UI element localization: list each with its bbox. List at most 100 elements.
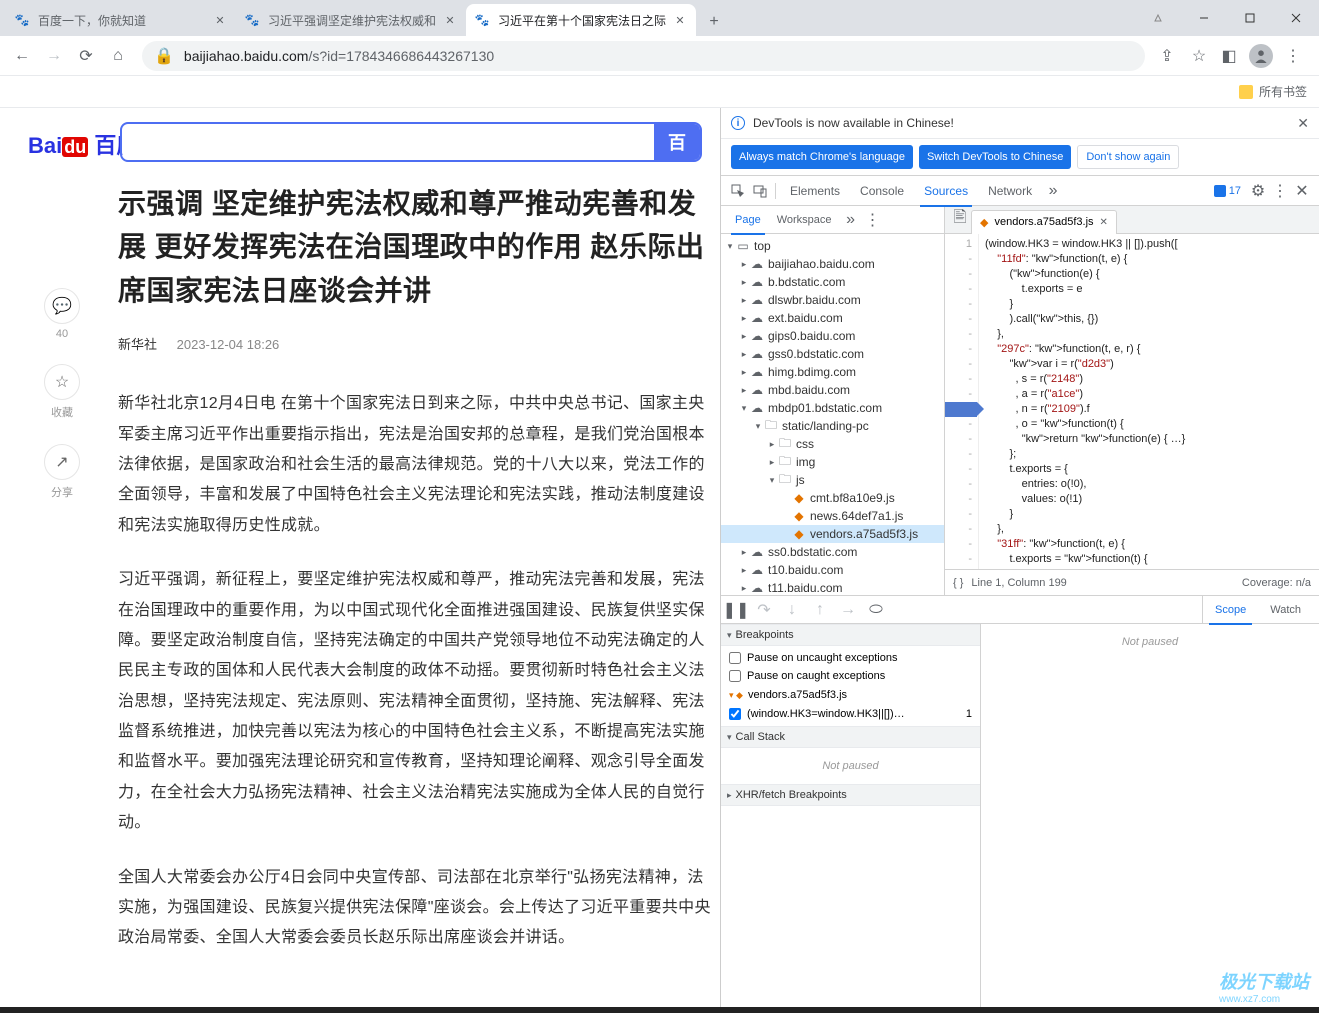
devtools-close-icon[interactable]: ✕ — [1291, 180, 1313, 202]
code-editor[interactable]: 1--------------------------------- (wind… — [945, 234, 1319, 569]
devtools-tabs: Elements Console Sources Network » 17 ⚙ … — [721, 176, 1319, 206]
close-icon[interactable]: ✕ — [1297, 115, 1309, 132]
tree-item[interactable]: ▸☁mbd.baidu.com — [721, 381, 944, 399]
tab-elements[interactable]: Elements — [780, 176, 850, 206]
side-panel-button[interactable]: ◧ — [1213, 40, 1245, 72]
article-wrapper: 示强调 坚定维护宪法权威和尊严推动宪善和发展 更好发挥宪法在治国理政中的作用 赵… — [0, 108, 720, 954]
xhr-breakpoints-header[interactable]: ▸XHR/fetch Breakpoints — [721, 784, 980, 806]
nav-tab-workspace[interactable]: Workspace — [769, 206, 840, 234]
nav-menu-icon[interactable]: ⋮ — [862, 209, 884, 231]
bookmarks-folder[interactable]: 所有书签 — [1239, 83, 1307, 100]
watch-tab[interactable]: Watch — [1258, 596, 1313, 624]
baidu-favicon-icon: 🐾 — [14, 12, 30, 28]
breakpoint-file[interactable]: ▾ ◆vendors.a75ad5f3.js — [729, 685, 972, 705]
scope-tab[interactable]: Scope — [1203, 596, 1258, 624]
comment-action[interactable]: 💬 40 — [42, 288, 82, 340]
breakpoints-header[interactable]: ▾Breakpoints — [721, 624, 980, 646]
search-input[interactable] — [122, 124, 654, 160]
always-match-button[interactable]: Always match Chrome's language — [731, 145, 913, 169]
devtools-menu-icon[interactable]: ⋮ — [1269, 180, 1291, 202]
tree-item[interactable]: ▸🗀img — [721, 453, 944, 471]
collect-action[interactable]: ☆ 收藏 — [42, 364, 82, 420]
menu-button[interactable]: ⋮ — [1277, 40, 1309, 72]
close-icon[interactable]: ✕ — [1100, 217, 1108, 228]
close-icon[interactable]: ✕ — [672, 12, 688, 28]
tree-item[interactable]: ◆cmt.bf8a10e9.js — [721, 489, 944, 507]
tree-item[interactable]: ▾☁mbdp01.bdstatic.com — [721, 399, 944, 417]
back-button[interactable]: ← — [6, 40, 38, 72]
step-over-button[interactable]: ↷ — [755, 601, 773, 619]
tree-item[interactable]: ▸☁b.bdstatic.com — [721, 273, 944, 291]
reload-button[interactable]: ⟳ — [70, 40, 102, 72]
tree-item[interactable]: ▸☁t10.baidu.com — [721, 561, 944, 579]
more-nav-icon[interactable]: » — [840, 209, 862, 231]
tab-console[interactable]: Console — [850, 176, 914, 206]
window-controls — [1135, 0, 1319, 36]
switch-chinese-button[interactable]: Switch DevTools to Chinese — [919, 145, 1071, 169]
browser-tab-0[interactable]: 🐾 百度一下，你就知道 ✕ — [6, 4, 236, 36]
tree-item[interactable]: ◆news.64def7a1.js — [721, 507, 944, 525]
browser-tab-1[interactable]: 🐾 习近平强调坚定维护宪法权威和 ✕ — [236, 4, 466, 36]
pause-uncaught-checkbox[interactable]: Pause on uncaught exceptions — [729, 649, 972, 667]
maximize-button[interactable] — [1227, 0, 1273, 36]
pretty-print-icon[interactable]: { } — [953, 577, 963, 589]
close-icon[interactable]: ✕ — [442, 12, 458, 28]
more-tabs-icon[interactable]: » — [1042, 180, 1064, 202]
article-paragraph: 全国人大常委会办公厅4日会同中央宣传部、司法部在北京举行"弘扬宪法精神，法实施，… — [118, 863, 712, 954]
tree-item[interactable]: ◆vendors.a75ad5f3.js — [721, 525, 944, 543]
browser-tab-2[interactable]: 🐾 习近平在第十个国家宪法日之际 ✕ — [466, 4, 696, 36]
tree-item[interactable]: ▸☁himg.bdimg.com — [721, 363, 944, 381]
sources-navigator: Page Workspace » ⋮ ▾▭top▸☁baijiahao.baid… — [721, 206, 945, 595]
forward-button[interactable]: → — [38, 40, 70, 72]
tree-item[interactable]: ▸☁ext.baidu.com — [721, 309, 944, 327]
deactivate-breakpoints-button[interactable]: ⬭ — [867, 601, 885, 619]
tab-sources[interactable]: Sources — [914, 176, 978, 206]
file-icon[interactable]: 🖹 — [949, 209, 971, 231]
step-into-button[interactable]: ↓ — [783, 601, 801, 619]
debug-toolbar: ❚❚ ↷ ↓ ↑ → ⬭ Scope Watch — [721, 596, 1319, 624]
callstack-header[interactable]: ▾Call Stack — [721, 726, 980, 748]
tree-item[interactable]: ▸☁ss0.bdstatic.com — [721, 543, 944, 561]
inspect-icon[interactable] — [727, 180, 749, 202]
bookmark-icon[interactable]: ☆ — [1185, 42, 1213, 70]
banner-message: DevTools is now available in Chinese! — [753, 116, 954, 130]
tree-item[interactable]: ▾🗀js — [721, 471, 944, 489]
share-icon[interactable]: ⇪ — [1153, 42, 1181, 70]
watermark: 极光下载站 www.xz7.com — [1219, 968, 1309, 1005]
step-out-button[interactable]: ↑ — [811, 601, 829, 619]
file-tree[interactable]: ▾▭top▸☁baijiahao.baidu.com▸☁b.bdstatic.c… — [721, 234, 944, 595]
article-actions: 💬 40 ☆ 收藏 ↗ 分享 — [40, 288, 84, 500]
address-bar[interactable]: 🔒 baijiahao.baidu.com/s?id=1784346686443… — [142, 41, 1145, 71]
tab-network[interactable]: Network — [978, 176, 1042, 206]
close-window-button[interactable] — [1273, 0, 1319, 36]
settings-icon[interactable]: ⚙ — [1247, 180, 1269, 202]
scope-not-paused: Not paused — [981, 624, 1319, 660]
pause-caught-checkbox[interactable]: Pause on caught exceptions — [729, 667, 972, 685]
bp-filename: vendors.a75ad5f3.js — [748, 689, 847, 701]
tree-item[interactable]: ▸☁dlswbr.baidu.com — [721, 291, 944, 309]
bookmarks-label: 所有书签 — [1259, 83, 1307, 100]
close-icon[interactable]: ✕ — [212, 12, 228, 28]
tree-item[interactable]: ▸🗀css — [721, 435, 944, 453]
breakpoint-item[interactable]: (window.HK3=window.HK3||[])…1 — [729, 705, 972, 723]
device-icon[interactable] — [749, 180, 771, 202]
comment-count: 40 — [56, 328, 68, 340]
pause-button[interactable]: ❚❚ — [727, 601, 745, 619]
tree-item[interactable]: ▸☁gss0.bdstatic.com — [721, 345, 944, 363]
nav-tab-page[interactable]: Page — [727, 206, 769, 234]
search-button[interactable]: 百 — [654, 124, 700, 160]
home-button[interactable]: ⌂ — [102, 40, 134, 72]
tree-item[interactable]: ▾▭top — [721, 237, 944, 255]
share-action[interactable]: ↗ 分享 — [42, 444, 82, 500]
tree-item[interactable]: ▾🗀static/landing-pc — [721, 417, 944, 435]
editor-tab[interactable]: ◆ vendors.a75ad5f3.js ✕ — [971, 210, 1117, 234]
tree-item[interactable]: ▸☁gips0.baidu.com — [721, 327, 944, 345]
issues-indicator[interactable]: 17 — [1208, 185, 1247, 197]
tree-item[interactable]: ▸☁baijiahao.baidu.com — [721, 255, 944, 273]
minimize-button[interactable] — [1181, 0, 1227, 36]
dont-show-button[interactable]: Don't show again — [1077, 145, 1179, 169]
tree-item[interactable]: ▸☁t11.baidu.com — [721, 579, 944, 595]
profile-avatar[interactable] — [1249, 44, 1273, 68]
step-button[interactable]: → — [839, 601, 857, 619]
new-tab-button[interactable]: + — [700, 8, 728, 36]
